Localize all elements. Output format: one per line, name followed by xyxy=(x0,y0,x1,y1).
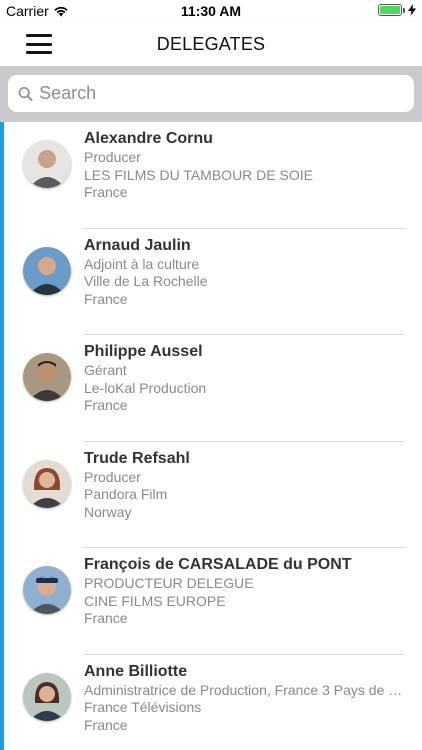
delegate-info: Arnaud Jaulin Adjoint à la culture Ville… xyxy=(84,236,404,309)
delegate-info: Alexandre Cornu Producer LES FILMS DU TA… xyxy=(84,129,404,202)
delegate-info: François de CARSALADE du PONT PRODUCTEUR… xyxy=(84,555,404,628)
avatar xyxy=(23,672,71,721)
delegate-name: François de CARSALADE du PONT xyxy=(84,556,352,573)
delegate-name: Trude Refsahl xyxy=(84,449,190,467)
delegate-info: Trude Refsahl Producer Pandora Film Norw… xyxy=(84,449,404,522)
delegate-name: Philippe Aussel xyxy=(84,343,203,360)
battery-icon xyxy=(378,4,405,16)
delegate-country: Norway xyxy=(84,503,132,520)
battery-area xyxy=(378,4,416,16)
delegate-role: Producer xyxy=(84,468,141,485)
delegate-role: PRODUCTEUR DELEGUE xyxy=(84,575,254,591)
avatar xyxy=(23,353,71,401)
delegate-role: Gérant xyxy=(84,362,127,378)
delegate-row[interactable]: Trude Refsahl Producer Pandora Film Norw… xyxy=(0,442,422,548)
delegate-name: Alexandre Cornu xyxy=(84,130,213,147)
delegate-info: Anne Billiotte Administratrice de Produc… xyxy=(84,662,404,735)
delegate-country: France xyxy=(84,716,128,733)
delegate-row[interactable]: Philippe Aussel Gérant Le-loKal Producti… xyxy=(0,335,422,442)
delegate-company: CINE FILMS EUROPE xyxy=(84,592,226,609)
page-title: DELEGATES xyxy=(156,34,266,54)
delegate-row[interactable]: Anne Billiotte Administratrice de Produc… xyxy=(0,655,422,750)
delegate-row[interactable]: Arnaud Jaulin Adjoint à la culture Ville… xyxy=(0,229,422,335)
delegate-name: Anne Billiotte xyxy=(84,662,188,680)
delegate-country: France xyxy=(84,397,128,413)
search-icon xyxy=(18,86,33,101)
delegate-company: France Télévisions xyxy=(84,699,202,715)
delegate-company: Ville de La Rochelle xyxy=(84,273,208,289)
delegate-company: Pandora Film xyxy=(84,486,168,502)
navigation-bar: DELEGATES xyxy=(0,22,422,66)
delegate-company: Le-loKal Production xyxy=(84,379,207,396)
search-input[interactable] xyxy=(39,83,414,104)
delegate-row[interactable]: Alexandre Cornu Producer LES FILMS DU TA… xyxy=(0,122,422,229)
delegate-role: Administratrice de Production, France 3 … xyxy=(84,681,404,698)
avatar xyxy=(23,459,71,508)
delegate-role: Adjoint à la culture xyxy=(84,255,200,272)
delegate-company: LES FILMS DU TAMBOUR DE SOIE xyxy=(84,166,313,183)
avatar xyxy=(23,140,71,188)
delegate-country: France xyxy=(84,290,128,307)
delegate-name: Arnaud Jaulin xyxy=(84,236,191,254)
delegate-country: France xyxy=(84,184,128,200)
status-bar: Carrier 11:30 AM xyxy=(0,0,422,22)
delegate-country: France xyxy=(84,610,128,626)
search-field[interactable] xyxy=(8,75,414,112)
battery-level xyxy=(380,6,400,14)
charging-bolt-icon xyxy=(408,4,416,16)
delegate-info: Philippe Aussel Gérant Le-loKal Producti… xyxy=(84,342,404,415)
delegate-row[interactable]: François de CARSALADE du PONT PRODUCTEUR… xyxy=(0,548,422,655)
avatar xyxy=(23,246,71,295)
delegates-list[interactable]: Alexandre Cornu Producer LES FILMS DU TA… xyxy=(0,122,422,750)
avatar xyxy=(23,566,71,614)
delegate-role: Producer xyxy=(84,149,141,165)
search-bar xyxy=(0,66,422,122)
status-time: 11:30 AM xyxy=(180,3,242,19)
